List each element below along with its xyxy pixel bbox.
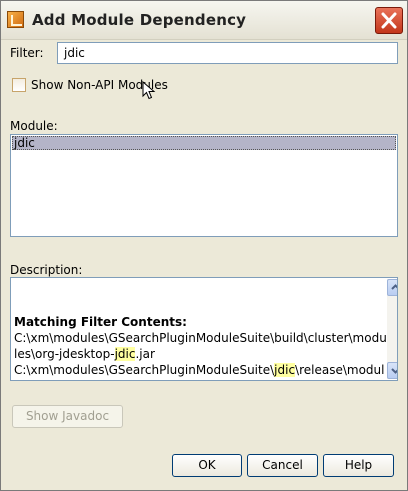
description-line-3: C:\xm\modules\GSearchPluginModuleSuite\j… bbox=[14, 362, 384, 378]
help-button[interactable]: Help bbox=[323, 454, 394, 477]
filter-match-highlight: jdic bbox=[274, 363, 296, 377]
filter-label: Filter: bbox=[10, 46, 44, 60]
description-line-2: les\org-jdesktop-jdic.jar bbox=[14, 346, 155, 362]
description-scrollbar[interactable] bbox=[387, 279, 397, 379]
show-javadoc-button[interactable]: Show Javadoc bbox=[12, 405, 123, 428]
close-button[interactable] bbox=[375, 7, 403, 34]
scroll-down-button[interactable] bbox=[387, 362, 397, 379]
description-area[interactable]: Matching Filter Contents: C:\xm\modules\… bbox=[10, 277, 398, 381]
filter-value: jdic bbox=[64, 46, 85, 60]
close-icon bbox=[381, 12, 397, 29]
title-bar[interactable]: Add Module Dependency bbox=[1, 1, 407, 40]
description-label: Description: bbox=[10, 263, 83, 277]
scroll-down-icon bbox=[391, 368, 397, 374]
module-list[interactable]: jdic bbox=[10, 134, 398, 237]
description-line-1: C:\xm\modules\GSearchPluginModuleSuite\b… bbox=[14, 331, 387, 345]
scroll-up-icon bbox=[391, 284, 397, 290]
description-line-2-pre: les\org-jdesktop- bbox=[14, 347, 115, 361]
description-heading: Matching Filter Contents: bbox=[14, 315, 187, 329]
module-label: Module: bbox=[10, 119, 58, 133]
description-line-3-pre: C:\xm\modules\GSearchPluginModuleSuite\ bbox=[14, 363, 275, 377]
cancel-button[interactable]: Cancel bbox=[247, 454, 318, 477]
filter-match-highlight: jdic bbox=[114, 347, 136, 361]
module-list-item-selected[interactable]: jdic bbox=[12, 136, 396, 150]
filter-input[interactable]: jdic bbox=[57, 42, 398, 64]
scroll-up-button[interactable] bbox=[387, 279, 397, 296]
description-line-2-post: .jar bbox=[135, 347, 155, 361]
ok-button[interactable]: OK bbox=[172, 454, 242, 477]
app-icon bbox=[7, 11, 24, 28]
description-line-3-post: \release\modul bbox=[295, 363, 385, 377]
show-non-api-checkbox[interactable] bbox=[12, 78, 26, 92]
dialog-window: Add Module Dependency Filter: jdic Show … bbox=[0, 0, 408, 491]
mouse-cursor-icon bbox=[142, 81, 156, 100]
window-title: Add Module Dependency bbox=[32, 11, 247, 29]
